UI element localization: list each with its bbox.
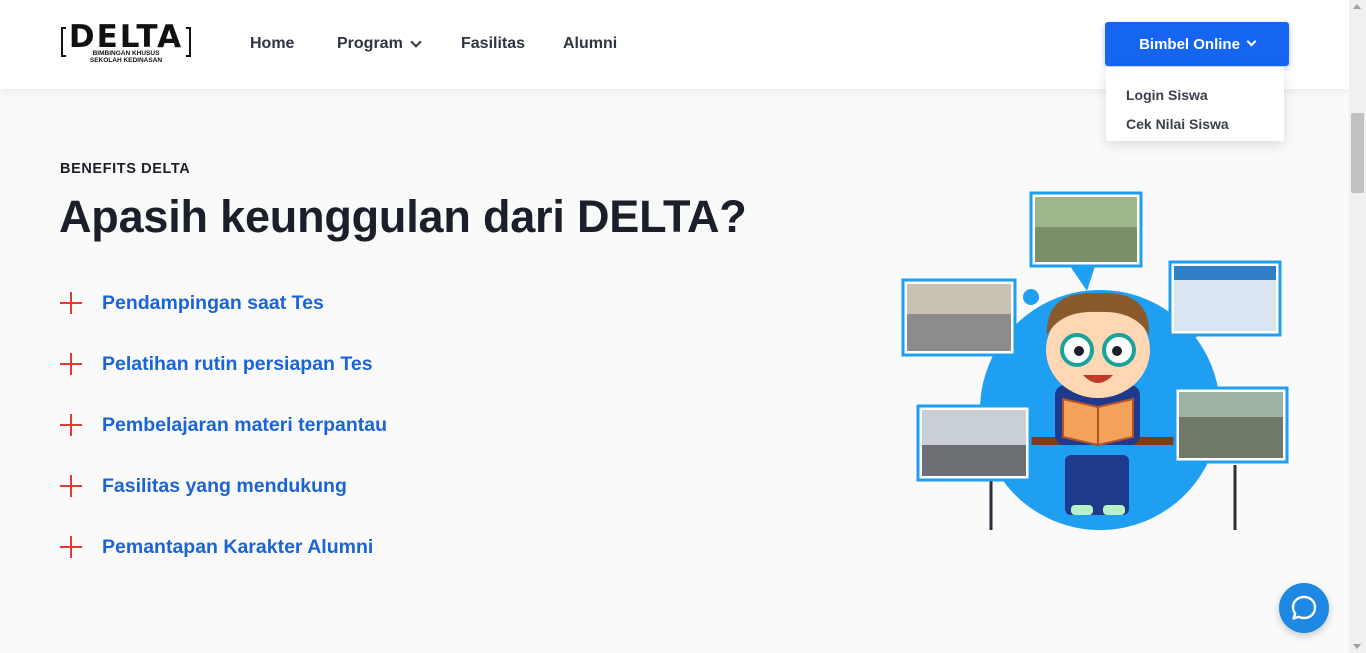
plus-icon <box>60 353 82 375</box>
scroll-thumb[interactable] <box>1351 113 1364 193</box>
nav-fasilitas-label: Fasilitas <box>461 35 526 52</box>
chat-button[interactable] <box>1279 583 1329 633</box>
plus-icon <box>60 292 82 314</box>
photo-bubble-left-top <box>901 278 1025 375</box>
plus-icon <box>60 536 82 558</box>
character-shoe <box>1071 505 1093 515</box>
delta-logo[interactable]: DELTA BIMBINGAN KHUSUS SEKOLAH KEDINASAN <box>60 19 192 66</box>
nav-home[interactable]: Home <box>250 34 294 54</box>
scroll-down-arrow-icon[interactable] <box>1353 644 1361 649</box>
nav-alumni-label: Alumni <box>563 35 618 52</box>
photo-bubble-top <box>1029 191 1143 291</box>
logo-tagline-line-1: BIMBINGAN KHUSUS <box>92 50 160 57</box>
photo-bubble-right-top <box>1167 260 1282 353</box>
plus-icon <box>60 475 82 497</box>
benefit-label: Pelatihan rutin persiapan Tes <box>102 352 373 375</box>
logo-tagline-line-2: SEKOLAH KEDINASAN <box>89 57 163 64</box>
chat-bubble-icon <box>1291 595 1317 620</box>
plus-icon <box>60 414 82 436</box>
nav-alumni[interactable]: Alumni <box>563 34 617 54</box>
benefit-item[interactable]: Pemantapan Karakter Alumni <box>60 532 373 562</box>
nav-fasilitas[interactable]: Fasilitas <box>461 34 525 54</box>
benefit-label: Pemantapan Karakter Alumni <box>102 535 374 558</box>
book-left-page <box>1062 397 1099 447</box>
benefit-label: Pendampingan saat Tes <box>102 291 324 314</box>
benefit-item[interactable]: Pendampingan saat Tes <box>60 288 324 318</box>
benefit-label: Fasilitas yang mendukung <box>102 474 347 497</box>
benefit-item[interactable]: Pelatihan rutin persiapan Tes <box>60 349 373 379</box>
bimbel-online-button[interactable]: Bimbel Online <box>1105 22 1289 66</box>
nav-program[interactable]: Program <box>337 34 422 54</box>
page: DELTA BIMBINGAN KHUSUS SEKOLAH KEDINASAN… <box>0 0 1349 653</box>
benefits-illustration <box>901 191 1289 530</box>
benefit-label: Pembelajaran materi terpantau <box>102 413 388 436</box>
character-eye <box>1112 346 1122 356</box>
nav-home-label: Home <box>250 35 295 52</box>
bimbel-online-dropdown: Login Siswa Cek Nilai Siswa <box>1106 67 1284 141</box>
nav-program-label: Program <box>337 35 403 52</box>
photo-bubble-right-bottom <box>1173 370 1289 464</box>
benefit-item[interactable]: Fasilitas yang mendukung <box>60 471 347 501</box>
character-eye <box>1074 346 1084 356</box>
dropdown-item-login-siswa[interactable]: Login Siswa <box>1106 81 1284 110</box>
logo-tagline: BIMBINGAN KHUSUS SEKOLAH KEDINASAN <box>60 50 192 64</box>
vertical-scrollbar[interactable] <box>1349 0 1366 653</box>
scroll-up-arrow-icon[interactable] <box>1353 4 1361 9</box>
decor-dot <box>1023 289 1039 305</box>
chevron-down-icon <box>1246 36 1257 47</box>
chevron-down-icon <box>410 35 422 48</box>
bimbel-online-label: Bimbel Online <box>1139 35 1240 53</box>
book-right-page <box>1097 397 1134 447</box>
character-shoe <box>1103 505 1125 515</box>
section-title: Apasih keunggulan dari DELTA? <box>59 191 747 242</box>
section-eyebrow: BENEFITS DELTA <box>60 161 191 177</box>
benefit-item[interactable]: Pembelajaran materi terpantau <box>60 410 387 440</box>
dropdown-item-cek-nilai-siswa[interactable]: Cek Nilai Siswa <box>1106 110 1284 139</box>
